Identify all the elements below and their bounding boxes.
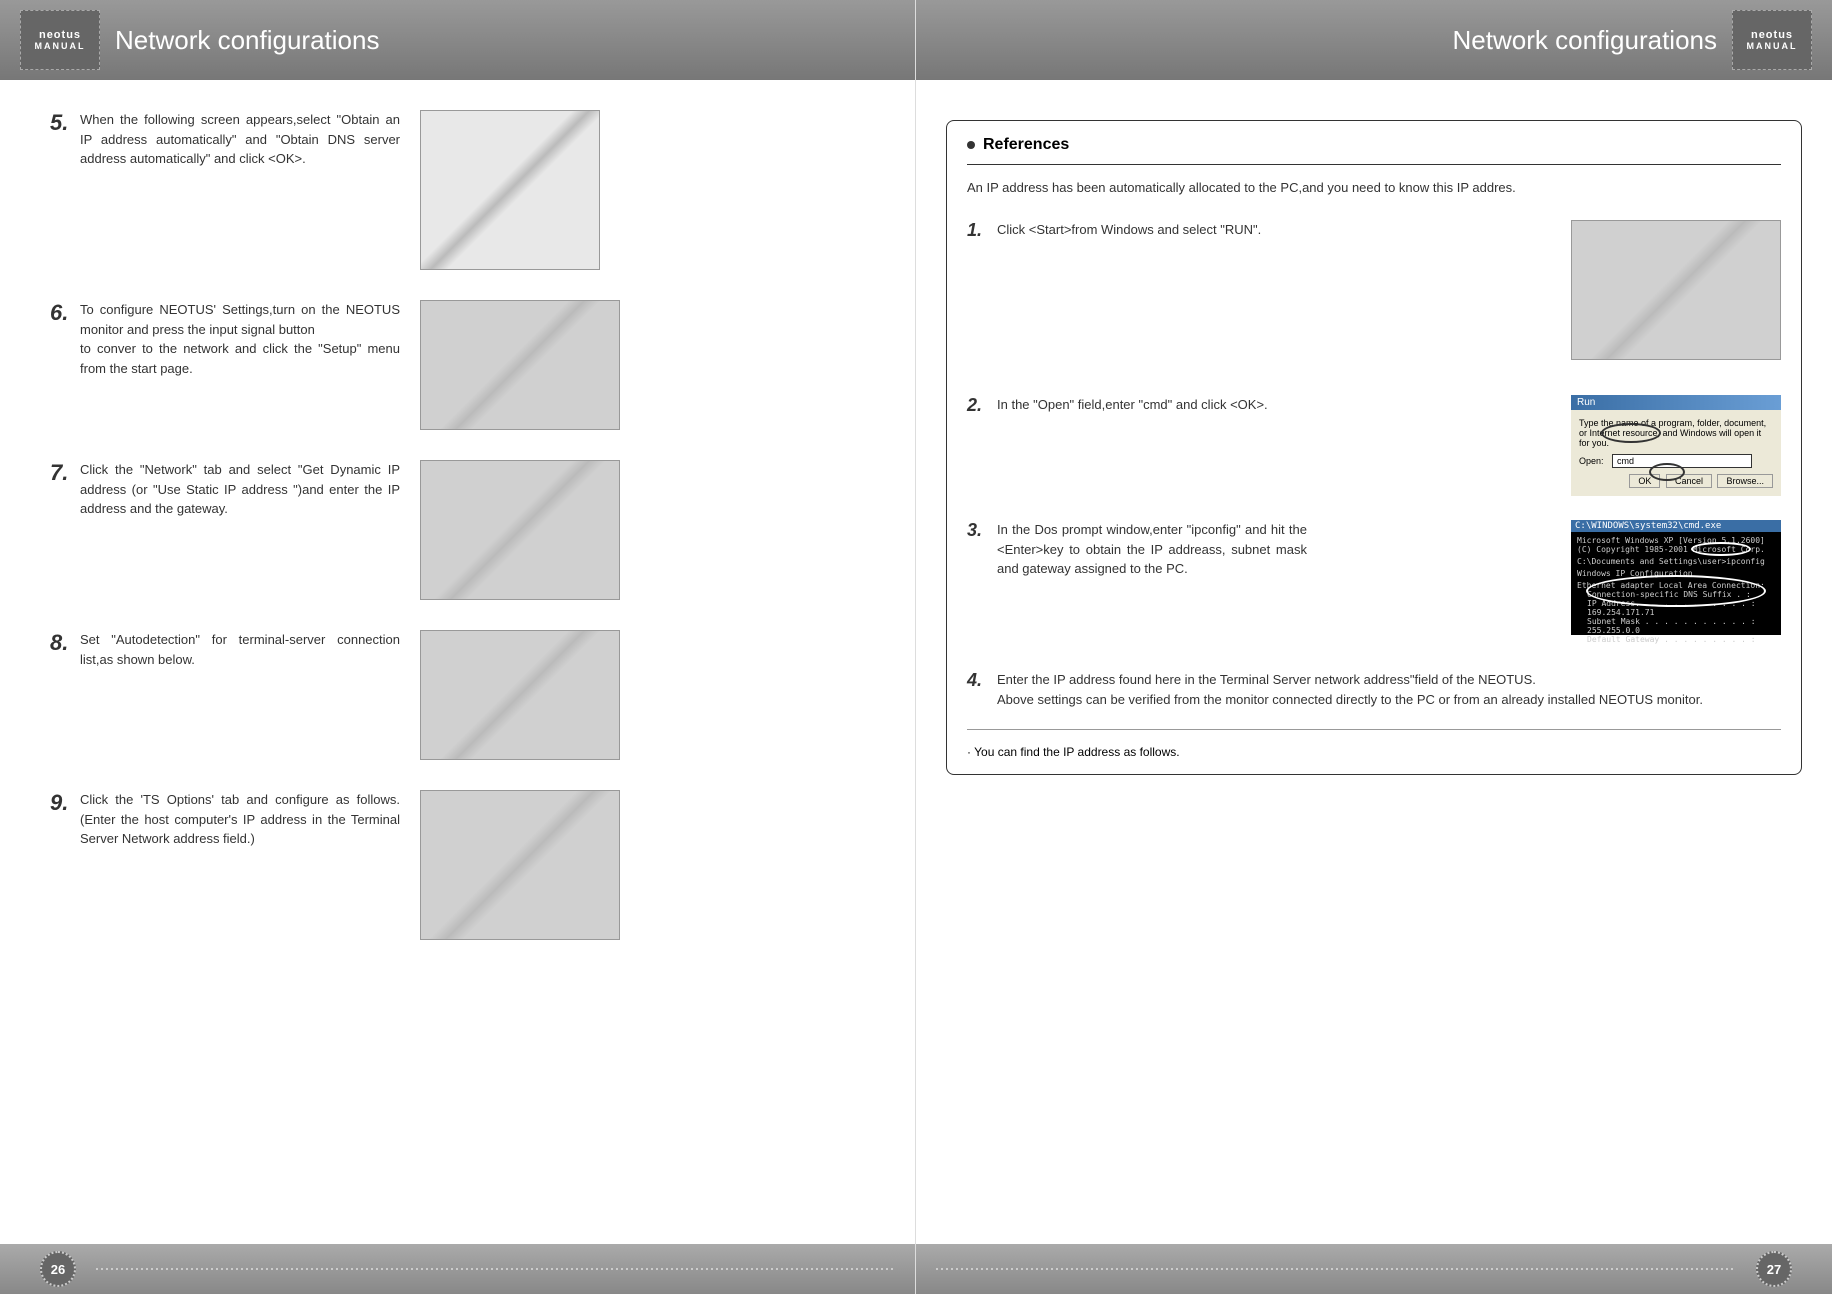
screenshot-ts-options [420, 790, 620, 940]
screenshot-tcpip-properties [420, 110, 600, 270]
cmd-line: Microsoft Windows XP [Version 5.1.2600] [1577, 536, 1775, 545]
ref-step-2: 2. In the "Open" field,enter "cmd" and c… [967, 395, 1781, 485]
run-browse-button[interactable]: Browse... [1717, 474, 1773, 488]
page-number-left: 26 [40, 1251, 76, 1287]
step-number: 9. [50, 790, 80, 816]
references-box: References An IP address has been automa… [946, 120, 1802, 775]
ref-step-3: 3. In the Dos prompt window,enter "ipcon… [967, 520, 1781, 635]
bullet-icon [967, 141, 975, 149]
references-header: References [967, 136, 1781, 165]
cmd-line: C:\Documents and Settings\user>ipconfig [1577, 557, 1775, 566]
ref-number: 2. [967, 395, 997, 416]
screenshot-start-menu [1571, 220, 1781, 360]
run-dialog-description: Type the name of a program, folder, docu… [1579, 418, 1773, 448]
run-dialog-title: Run [1571, 395, 1781, 410]
step-text: To configure NEOTUS' Settings,turn on th… [80, 300, 400, 378]
ref-text: Enter the IP address found here in the T… [997, 670, 1781, 709]
page-title-right: Network configurations [1453, 25, 1717, 56]
ref-text: In the "Open" field,enter "cmd" and clic… [997, 395, 1307, 415]
annotation-circle-ipconfig [1691, 542, 1751, 556]
logo-manual: MANUAL [35, 41, 86, 51]
cmd-titlebar: C:\WINDOWS\system32\cmd.exe [1571, 520, 1781, 532]
logo-brand: neotus [39, 29, 81, 41]
ref-text: In the Dos prompt window,enter "ipconfig… [997, 520, 1307, 579]
run-ok-button[interactable]: OK [1629, 474, 1660, 488]
references-note: You can find the IP address as follows. [967, 729, 1781, 759]
step-5: 5. When the following screen appears,sel… [50, 110, 865, 270]
footer-divider [96, 1268, 895, 1270]
references-title: References [983, 136, 1069, 154]
cmd-line: Subnet Mask . . . . . . . . . . . : 255.… [1577, 617, 1775, 635]
ref-number: 3. [967, 520, 997, 541]
header-left: neotus MANUAL Network configurations [0, 0, 915, 80]
ref-step-1: 1. Click <Start>from Windows and select … [967, 220, 1781, 360]
step-7: 7. Click the "Network" tab and select "G… [50, 460, 865, 600]
footer-divider [936, 1268, 1736, 1270]
step-8: 8. Set "Autodetection" for terminal-serv… [50, 630, 865, 760]
screenshot-cmd-ipconfig: C:\WINDOWS\system32\cmd.exe Microsoft Wi… [1571, 520, 1781, 635]
step-text: Click the 'TS Options' tab and configure… [80, 790, 400, 849]
footer-right: 27 [916, 1244, 1832, 1294]
header-right: Network configurations neotus MANUAL [916, 0, 1832, 80]
ref-step-4: 4. Enter the IP address found here in th… [967, 670, 1781, 709]
ref-text: Click <Start>from Windows and select "RU… [997, 220, 1307, 240]
ref-number: 4. [967, 670, 997, 691]
logo-left: neotus MANUAL [20, 10, 100, 70]
step-text: Set "Autodetection" for terminal-server … [80, 630, 400, 669]
step-9: 9. Click the 'TS Options' tab and config… [50, 790, 865, 940]
ref-number: 1. [967, 220, 997, 241]
step-number: 6. [50, 300, 80, 326]
run-open-label: Open: [1579, 456, 1604, 466]
step-number: 8. [50, 630, 80, 656]
page-title-left: Network configurations [115, 25, 379, 56]
references-intro: An IP address has been automatically all… [967, 180, 1781, 195]
cmd-line: Default Gateway . . . . . . . . . : [1577, 635, 1775, 644]
run-cancel-button[interactable]: Cancel [1666, 474, 1712, 488]
logo-manual: MANUAL [1747, 41, 1798, 51]
page-right: Network configurations neotus MANUAL Ref… [916, 0, 1832, 1294]
screenshot-network-tab [420, 460, 620, 600]
logo-right: neotus MANUAL [1732, 10, 1812, 70]
footer-left: 26 [0, 1244, 915, 1294]
step-number: 7. [50, 460, 80, 486]
run-open-input[interactable]: cmd [1612, 454, 1752, 468]
page-left: neotus MANUAL Network configurations 5. … [0, 0, 916, 1294]
step-text: Click the "Network" tab and select "Get … [80, 460, 400, 519]
page-number-right: 27 [1756, 1251, 1792, 1287]
screenshot-autodetection [420, 630, 620, 760]
screenshot-neotus-setup [420, 300, 620, 430]
annotation-circle-ipresult [1586, 575, 1766, 607]
screenshot-run-dialog: Run Type the name of a program, folder, … [1571, 395, 1781, 485]
logo-brand: neotus [1751, 29, 1793, 41]
step-text: When the following screen appears,select… [80, 110, 400, 169]
step-6: 6. To configure NEOTUS' Settings,turn on… [50, 300, 865, 430]
step-number: 5. [50, 110, 80, 136]
left-content: 5. When the following screen appears,sel… [0, 80, 915, 1000]
